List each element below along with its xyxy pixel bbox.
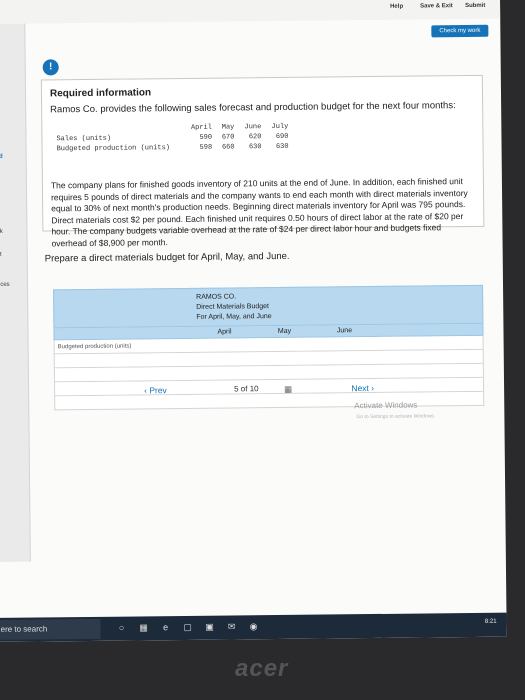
budget-row-label[interactable] (55, 373, 198, 374)
forecast-row-label: Budgeted production (units) (56, 144, 171, 154)
edge-icon[interactable]: e (159, 620, 173, 634)
budget-row-label[interactable]: Budgeted production (units) (55, 342, 198, 350)
forecast-month: July (271, 122, 289, 132)
page-total: of 10 (240, 384, 259, 394)
forecast-cell: 690 (275, 132, 289, 142)
budget-row-label[interactable] (55, 401, 198, 402)
budget-cell[interactable] (318, 357, 378, 358)
submit-link[interactable]: Submit (465, 3, 485, 9)
check-my-work-button[interactable]: Check my work (431, 24, 489, 38)
budget-cell[interactable] (258, 358, 318, 359)
forecast-cell: 660 (221, 143, 235, 152)
budget-cell[interactable] (198, 401, 258, 402)
nav-item-ok[interactable]: ok (0, 229, 3, 235)
forecast-cell: 630 (275, 142, 289, 152)
budget-col-april: April (217, 328, 232, 336)
budget-col-may: May (277, 327, 292, 336)
activate-windows-watermark: Activate Windows (354, 400, 418, 411)
nav-item-ed[interactable]: ed (0, 154, 3, 160)
budget-cell[interactable] (198, 345, 258, 346)
budget-col-june: June (336, 327, 353, 335)
budget-cell[interactable] (258, 372, 318, 373)
mail-icon[interactable]: ✉ (225, 619, 239, 633)
next-button[interactable]: Next › (351, 383, 374, 393)
help-link[interactable]: Help (390, 4, 403, 10)
chevron-right-icon: › (368, 382, 375, 394)
nav-item-nces[interactable]: nces (0, 282, 10, 288)
forecast-cell: 590 (199, 133, 213, 142)
budget-cell[interactable] (198, 359, 258, 360)
budget-cell[interactable] (318, 343, 378, 344)
top-bar: Help Save & Exit Submit (0, 0, 501, 24)
budget-cell[interactable] (258, 400, 318, 401)
budget-cell[interactable] (198, 373, 258, 374)
task-view-icon[interactable]: ▦ (137, 620, 151, 634)
laptop-screen: Help Save & Exit Submit Check my work 2 … (0, 0, 507, 642)
activate-windows-subtext: Go to Settings to activate Windows. (356, 413, 436, 421)
required-info-title: Required information (49, 87, 152, 100)
forecast-cell: 620 (248, 133, 262, 142)
required-info-badge: ! (42, 59, 59, 76)
grid-icon[interactable]: ▦ (284, 384, 292, 395)
forecast-row: Budgeted production (units) 598 660 630 … (53, 142, 293, 155)
save-exit-link[interactable]: Save & Exit (420, 3, 453, 9)
budget-cell[interactable] (318, 371, 378, 372)
forecast-cell: 598 (199, 143, 213, 152)
acer-logo: acer (235, 655, 289, 682)
required-info-box: Required information Ramos Co. provides … (40, 74, 485, 248)
question-prompt: Prepare a direct materials budget for Ap… (44, 250, 290, 265)
taskbar-search[interactable]: ere to search (0, 618, 101, 640)
windows-taskbar: ere to search ○ ▦ e ▢ ▣ ✉ ◉ 8:21 (0, 612, 507, 642)
budget-header: RAMOS CO. Direct Materials Budget For Ap… (53, 284, 484, 329)
forecast-month: June (244, 123, 262, 132)
budget-cell[interactable] (318, 399, 378, 400)
next-label: Next (351, 383, 369, 394)
intro-text: Ramos Co. provides the following sales f… (50, 100, 456, 116)
problem-paragraph: The company plans for finished goods inv… (50, 176, 468, 248)
cortana-icon[interactable]: ○ (115, 621, 129, 635)
system-clock[interactable]: 8:21 (485, 619, 497, 625)
forecast-month: April (190, 123, 212, 132)
prev-label: Prev (149, 385, 167, 396)
nav-item-nt[interactable]: nt (0, 252, 2, 258)
prev-button[interactable]: ‹ Prev (144, 385, 167, 395)
pagination: ‹ Prev 5 of 10 ▦ Next › (144, 381, 374, 401)
store-icon[interactable]: ▣ (203, 620, 217, 634)
current-page: 5 (234, 384, 239, 394)
forecast-cell: 670 (221, 133, 235, 142)
file-explorer-icon[interactable]: ▢ (181, 620, 195, 634)
forecast-cell: 630 (248, 143, 262, 152)
page-counter: 5 of 10 (234, 384, 259, 393)
forecast-month: May (221, 123, 235, 132)
photo-scene: Help Save & Exit Submit Check my work 2 … (0, 0, 525, 700)
budget-cell[interactable] (258, 344, 318, 345)
chrome-icon[interactable]: ◉ (246, 619, 260, 633)
question-nav: 2 ed ok nt nces (0, 23, 31, 562)
budget-row-label[interactable] (55, 359, 198, 360)
forecast-table: April May June July Sales (units) 590 67… (52, 122, 292, 155)
